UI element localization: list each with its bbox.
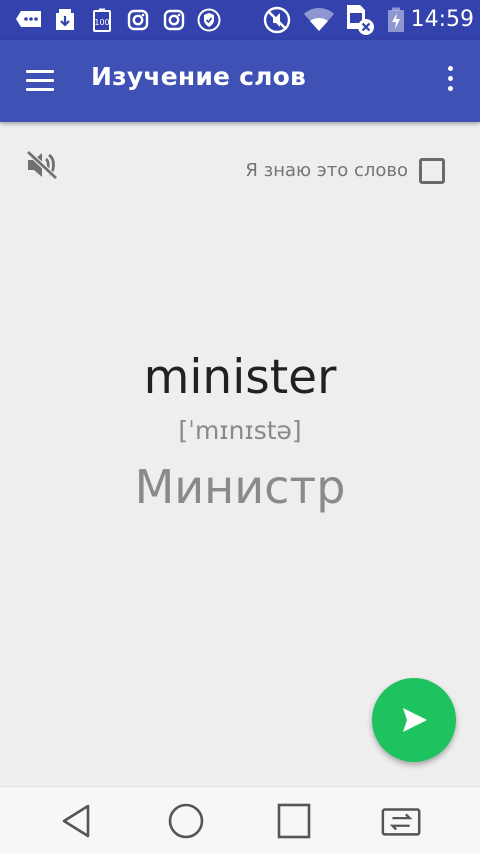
- instagram-icon: [162, 8, 186, 32]
- shield-icon: [196, 8, 222, 32]
- sim-error-icon: [344, 5, 376, 35]
- battery-100-icon: 100: [90, 8, 114, 32]
- home-icon[interactable]: [164, 801, 208, 841]
- clock: 14:59: [410, 7, 474, 32]
- play-button[interactable]: [372, 678, 456, 762]
- navigation-bar: [0, 786, 480, 854]
- svg-text:100: 100: [94, 18, 109, 27]
- mute-icon: [262, 6, 292, 34]
- wifi-icon: [302, 8, 336, 32]
- word: minister: [143, 350, 337, 405]
- transcription: [ˈmɪnɪstə]: [178, 416, 302, 445]
- status-bar: 100 14:59: [0, 0, 480, 40]
- back-icon[interactable]: [54, 801, 98, 841]
- volume-off-icon[interactable]: [24, 148, 60, 182]
- know-word-label: Я знаю это слово: [245, 160, 408, 181]
- switch-app-icon[interactable]: [380, 801, 424, 841]
- instagram-icon: [126, 8, 150, 32]
- menu-icon[interactable]: [24, 67, 60, 95]
- page-title: Изучение слов: [91, 62, 307, 91]
- know-word-checkbox[interactable]: [419, 158, 445, 184]
- app-toolbar: Изучение слов: [0, 40, 480, 122]
- translation: Министр: [134, 460, 346, 514]
- battery-charging-icon: [386, 7, 406, 32]
- download-icon: [52, 8, 78, 32]
- more-vert-icon[interactable]: [446, 66, 454, 96]
- recents-icon[interactable]: [272, 801, 316, 841]
- play-icon: [403, 708, 427, 732]
- messages-icon: [14, 8, 44, 32]
